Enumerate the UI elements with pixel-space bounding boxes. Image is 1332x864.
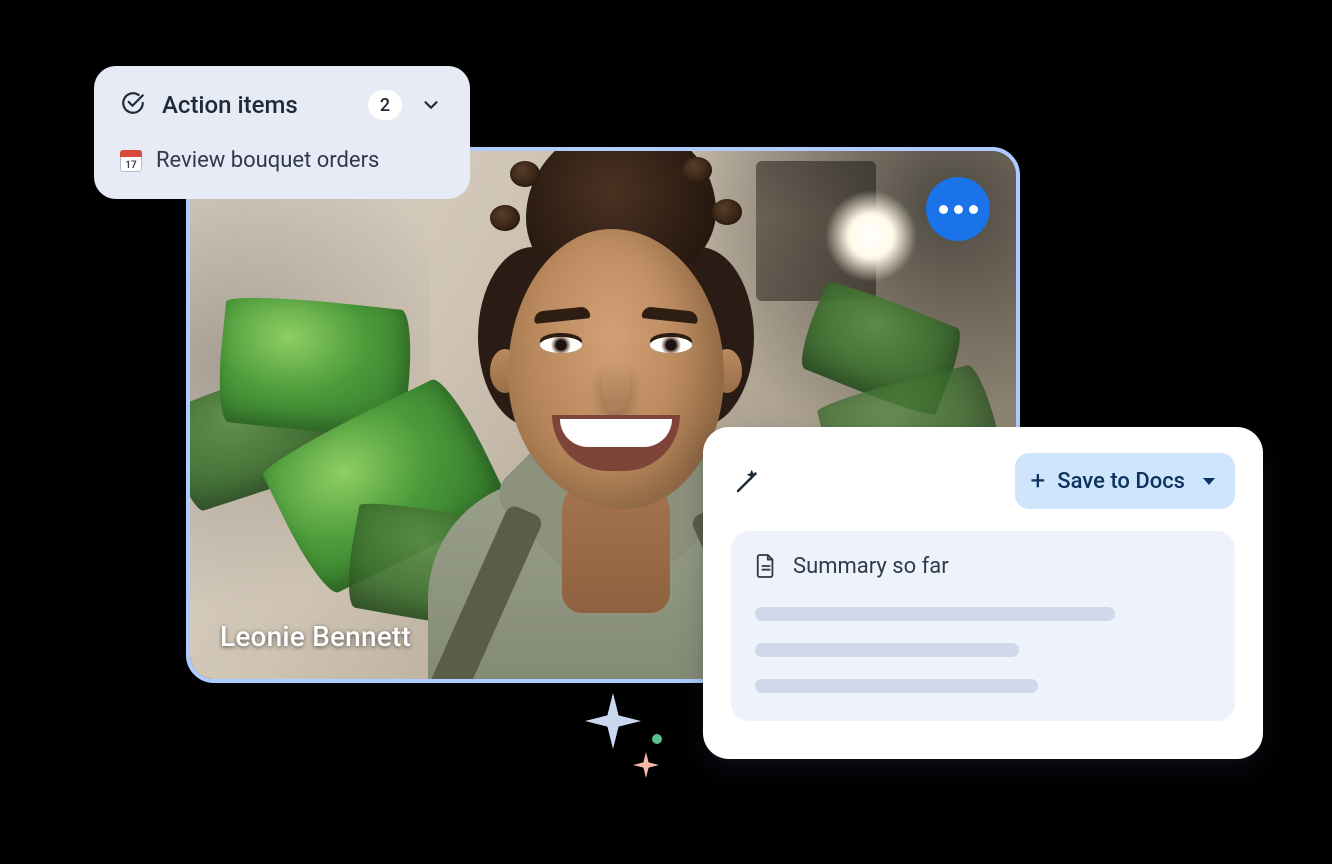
- summary-skeleton-line: [755, 643, 1019, 657]
- save-to-docs-button[interactable]: + Save to Docs: [1015, 453, 1235, 509]
- action-item-label: Review bouquet orders: [156, 148, 379, 173]
- summary-section-title: Summary so far: [793, 554, 949, 579]
- more-options-button[interactable]: [926, 177, 990, 241]
- save-to-docs-label: Save to Docs: [1057, 469, 1185, 494]
- magic-wand-icon: [731, 464, 765, 498]
- plus-icon: +: [1031, 468, 1046, 494]
- summary-section-header: Summary so far: [755, 553, 1211, 579]
- action-items-count-badge: 2: [368, 90, 402, 120]
- check-circle-icon: [120, 90, 146, 120]
- dropdown-caret-icon: [1203, 478, 1215, 485]
- participant-name: Leonie Bennett: [220, 620, 411, 653]
- action-item-row[interactable]: Review bouquet orders: [120, 148, 444, 173]
- summary-body: Summary so far: [731, 531, 1235, 721]
- action-items-title: Action items: [162, 91, 298, 119]
- summary-skeleton-line: [755, 607, 1115, 621]
- summary-skeleton-line: [755, 679, 1038, 693]
- sparkle-icon: [633, 752, 659, 778]
- action-items-card: Action items 2 Review bouquet orders: [94, 66, 470, 199]
- chevron-down-icon[interactable]: [418, 92, 444, 118]
- sparkle-icon: [585, 693, 641, 749]
- sparkle-dot-icon: [652, 734, 662, 744]
- summary-card: + Save to Docs Summary so far: [703, 427, 1263, 759]
- action-items-header[interactable]: Action items 2: [120, 90, 444, 120]
- calendar-icon: [120, 150, 142, 172]
- document-icon: [755, 553, 777, 579]
